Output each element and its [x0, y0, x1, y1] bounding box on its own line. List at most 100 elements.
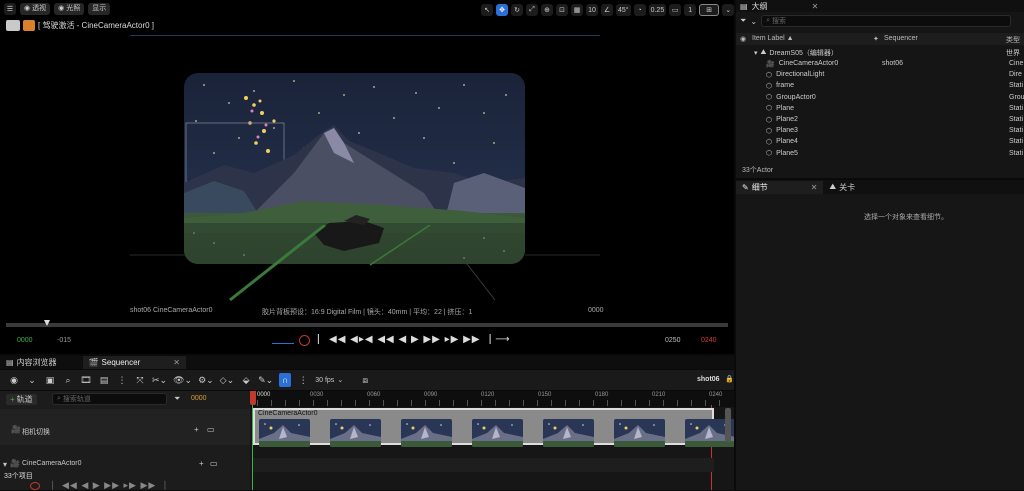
sequencer-timeline[interactable]: 0000 0030 0060 0090 0120 0150 0180 0210 0240 Ci… — [250, 391, 734, 490]
surface-snap-icon[interactable]: ⊡ — [556, 4, 568, 16]
tab-level[interactable]: ⛰ 关卡 — [823, 181, 861, 194]
camera-speed-value[interactable]: 1 — [684, 4, 697, 16]
outliner-row[interactable]: ⬡ Plane4 — [766, 136, 798, 147]
scale-snap-value[interactable]: 0.25 — [648, 4, 667, 16]
more-icon[interactable]: ⋮ — [116, 373, 128, 387]
playback-options-icon[interactable]: ⚙⌄ — [198, 373, 214, 387]
chevron-down-icon[interactable]: ⌄ — [750, 17, 757, 26]
ruler-label: 0060 — [367, 392, 381, 398]
curve-editor-icon[interactable]: ⧈ — [359, 373, 371, 387]
perspective-button[interactable]: ◉ 透视 — [20, 3, 51, 15]
tools-icon[interactable]: ✂⌄ — [152, 373, 167, 387]
fps-select[interactable]: 30 fps ⌄ — [315, 376, 344, 385]
outliner-row[interactable]: ⬡ Plane5 — [766, 148, 798, 159]
save-icon[interactable]: ▣ — [44, 373, 56, 387]
tab-sequencer[interactable]: 🎬 Sequencer ✕ — [82, 356, 186, 369]
snap-icon[interactable]: ∩ — [279, 373, 292, 387]
tab-content-browser[interactable]: ▤ 内容浏览器 — [0, 356, 63, 369]
edit-mode-icon[interactable]: ✎⌄ — [258, 373, 273, 387]
interpolation-icon[interactable]: ⬙ — [240, 373, 252, 387]
col-type[interactable]: 类型 — [1006, 35, 1020, 45]
select-icon[interactable]: ↖ — [481, 4, 493, 16]
rotate-icon[interactable]: ↻ — [511, 4, 523, 16]
chevron-down-icon[interactable]: ▾ — [3, 460, 7, 469]
outliner-row[interactable]: ⬡ DirectionalLight — [766, 69, 824, 80]
track-search-input[interactable]: ⌕ 搜索轨道 — [52, 393, 167, 405]
bottom-transport[interactable]: ⎸◀◀ ◀ ▶ ▶▶ ▸▶ ▶▶⎹ — [52, 480, 166, 491]
outliner-row[interactable]: ⬡ frame — [766, 80, 794, 91]
camera-track-lane[interactable] — [253, 458, 714, 472]
plus-icon[interactable]: + — [194, 425, 199, 434]
filter-icon[interactable]: ⏷ — [174, 394, 180, 404]
close-icon[interactable]: ✕ — [811, 183, 818, 192]
end-frame-red[interactable]: 0240 — [698, 336, 720, 346]
scale-snap-icon[interactable]: ◔ — [633, 4, 646, 16]
find-in-browser-icon[interactable]: ⌕ — [62, 373, 74, 387]
timeline-scrollbar[interactable] — [725, 408, 731, 442]
outliner-row[interactable]: ⬡ Plane — [766, 103, 794, 114]
lit-button[interactable]: ◉ 光照 — [54, 3, 85, 15]
ruler-tick — [285, 400, 286, 406]
layout-icon[interactable]: ⊞ — [699, 4, 720, 16]
clapper-icon[interactable]: ▤ — [98, 373, 110, 387]
chevron-down-icon[interactable]: ▾ — [754, 49, 758, 57]
visibility-icon[interactable]: ◉ — [740, 35, 746, 43]
filter-icon[interactable]: ⏷ — [740, 16, 746, 26]
angle-snap-value[interactable]: 45° — [616, 4, 631, 16]
outliner-search-input[interactable]: ⌕ 搜索 — [761, 15, 1012, 27]
transform-icon[interactable]: ⤧ — [134, 373, 146, 387]
snap-options-icon[interactable]: ⋮ — [297, 373, 309, 387]
col-sequencer[interactable]: Sequencer — [884, 35, 918, 42]
plus-icon[interactable]: + — [199, 459, 204, 468]
start-frame[interactable]: 0000 — [14, 336, 36, 346]
camera-speed-icon[interactable]: ▭ — [669, 4, 682, 16]
show-button[interactable]: 显示 — [88, 3, 111, 15]
viewport-timeline-bar[interactable] — [6, 323, 728, 327]
current-frame[interactable]: 0000 — [191, 395, 207, 402]
tab-details[interactable]: ✎ 细节 ✕ — [736, 180, 824, 194]
outliner-panel: ▤ 大纲 ✕ ⏷ ⌄ ⌕ 搜索 ◉ Item Label ▲ ✦ Sequenc… — [736, 0, 1024, 178]
grid-snap-icon[interactable]: ▦ — [571, 4, 583, 16]
ruler-tick — [341, 400, 342, 406]
record-icon[interactable] — [30, 482, 40, 490]
track-camera-cut[interactable]: 🎥 相机切换 + ▭ — [0, 409, 250, 445]
outliner-tab[interactable]: ▤ 大纲 ✕ — [736, 0, 1024, 12]
world-settings-icon[interactable]: ◉ — [8, 373, 20, 387]
track-cine-camera[interactable]: ▾ 🎥 CineCameraActor0 + ▭ — [0, 457, 250, 471]
chevron-down-icon[interactable]: ⌄ — [722, 4, 734, 16]
record-icon[interactable] — [299, 335, 310, 346]
offset-frame[interactable]: -015 — [54, 336, 74, 346]
end-frame[interactable]: 0250 — [662, 336, 684, 346]
outliner-row[interactable]: ⬡ Plane3 — [766, 125, 798, 136]
angle-snap-icon[interactable]: ∠ — [601, 4, 613, 16]
outliner-row[interactable]: 🎥 CineCameraActor0 — [766, 58, 838, 69]
outliner-root-row[interactable]: ▾ ⛰ DreamS05（编辑器） — [754, 47, 838, 58]
camera-lock-icon[interactable]: ▭ — [207, 425, 215, 434]
translate-icon[interactable]: ✥ — [496, 4, 508, 16]
outliner-row[interactable]: ⬡ Plane2 — [766, 114, 798, 125]
key-options-icon[interactable]: ◇⌄ — [220, 373, 234, 387]
col-item-label[interactable]: Item Label ▲ — [752, 35, 794, 42]
outliner-row[interactable]: ⬡ GroupActor0 — [766, 92, 816, 103]
chevron-down-icon[interactable]: ⌄ — [26, 373, 38, 387]
shot-section[interactable]: CineCameraActor0 — [253, 408, 734, 447]
close-icon[interactable]: ✕ — [173, 358, 180, 367]
world-space-icon[interactable]: ⊕ — [541, 4, 553, 16]
transport-controls[interactable]: ⎸◀◀ ◀▸◀ ◀◀ ◀ ▶ ▶▶ ▸▶ ▶▶⎹ ⟶ — [318, 334, 511, 345]
add-track-button[interactable]: + 轨道 — [6, 394, 37, 405]
time-ruler[interactable]: 0000 0030 0060 0090 0120 0150 0180 0210 0240 — [250, 391, 734, 407]
grid-size-value[interactable]: 10 — [586, 4, 598, 16]
playhead[interactable] — [250, 391, 256, 405]
outliner-row-label: frame — [776, 82, 795, 90]
lock-icon[interactable]: 🔒 — [725, 375, 734, 383]
close-icon[interactable]: ✕ — [812, 2, 819, 11]
scale-icon[interactable]: ⤢ — [526, 4, 538, 16]
render-movie-icon[interactable]: 🎞 — [80, 373, 92, 387]
chevron-down-icon: ⌄ — [337, 377, 344, 384]
eject-icon[interactable] — [23, 19, 35, 31]
camera-lock-icon[interactable]: ▭ — [210, 459, 218, 468]
item-count: 33个项目 — [4, 473, 33, 480]
view-options-icon[interactable]: 👁⌄ — [173, 373, 192, 387]
hamburger-icon[interactable]: ☰ — [4, 3, 16, 15]
level-viewport[interactable]: ☰ ◉ 透视 ◉ 光照 显示 ↖ ✥ ↻ ⤢ ⊕ ⊡ ▦ 10 ∠ 45° ◔ 0.… — [0, 0, 734, 354]
